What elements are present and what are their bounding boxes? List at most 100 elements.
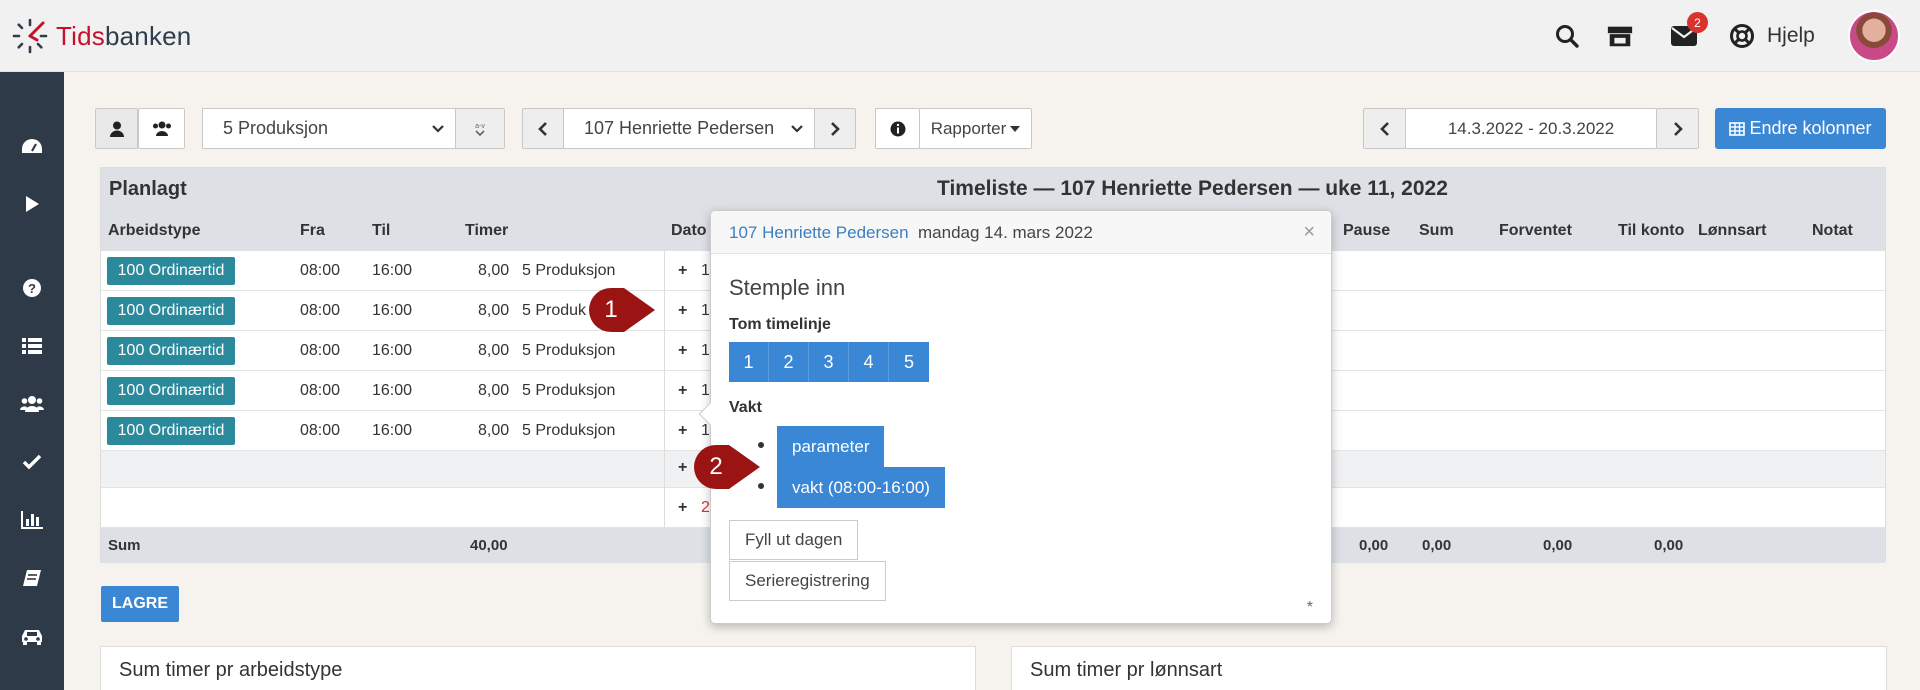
work-type-tag[interactable]: 100 Ordinærtid: [107, 297, 235, 325]
work-type-tag[interactable]: 100 Ordinærtid: [107, 337, 235, 365]
table-icon: [1729, 121, 1746, 136]
logo-text-suffix: banken: [104, 20, 192, 51]
add-icon[interactable]: +: [678, 342, 687, 360]
save-button[interactable]: LAGRE: [101, 586, 179, 622]
row-from: 08:00: [300, 342, 341, 359]
previous-week-button[interactable]: [1363, 108, 1406, 149]
previous-employee-button[interactable]: [522, 108, 564, 149]
callout-number: 2: [709, 453, 723, 480]
sort-az-icon: a-v: [475, 123, 485, 136]
employee-select[interactable]: 107 Henriette Pedersen: [563, 108, 815, 149]
work-type-tag[interactable]: 100 Ordinærtid: [107, 417, 235, 445]
col-lonnsart: Lønnsart: [1698, 222, 1767, 239]
col-arbeidstype: Arbeidstype: [108, 222, 201, 239]
work-type-tag[interactable]: 100 Ordinærtid: [107, 257, 235, 285]
chevron-down-icon: [432, 124, 444, 133]
info-button[interactable]: [875, 108, 920, 149]
group-view-button[interactable]: [138, 108, 185, 149]
empty-line-button-3[interactable]: 3: [809, 342, 849, 382]
callout-number: 1: [604, 296, 618, 323]
messages-badge: 2: [1687, 12, 1708, 33]
col-notat: Notat: [1812, 222, 1853, 239]
caret-down-icon: [1010, 125, 1021, 132]
row-from: 08:00: [300, 382, 341, 399]
messages-icon[interactable]: 2: [1670, 12, 1708, 50]
employee-select-value: 107 Henriette Pedersen: [584, 118, 775, 138]
row-department: 5 Produksjon: [522, 382, 616, 399]
chevron-right-icon: [831, 121, 840, 136]
col-timer: Timer: [465, 222, 509, 239]
row-department: 5 Produk: [522, 302, 587, 319]
sum-til-konto: 0,00: [1654, 537, 1684, 554]
row-hours: 8,00: [478, 262, 510, 279]
row-to: 16:00: [372, 382, 413, 399]
popover-employee-link[interactable]: 107 Henriette Pedersen: [729, 223, 909, 243]
sum-sum: 0,00: [1422, 537, 1452, 554]
series-registration-button[interactable]: Serieregistrering: [729, 561, 886, 601]
shift-label: Vakt: [729, 399, 762, 416]
clock-in-popover: 107 Henriette Pedersen mandag 14. mars 2…: [698, 210, 1332, 624]
shift-parameter-button[interactable]: parameter: [777, 426, 885, 467]
single-user-view-button[interactable]: [95, 108, 138, 149]
row-from: 08:00: [300, 422, 341, 439]
next-week-button[interactable]: [1656, 108, 1699, 149]
col-til: Til: [372, 222, 391, 239]
shift-vakt-button[interactable]: vakt (08:00-16:00): [777, 467, 945, 508]
sum-per-worktype-card: Sum timer pr arbeidstype: [100, 646, 976, 690]
change-columns-label: Endre kolonner: [1749, 118, 1872, 138]
help-link[interactable]: Hjelp: [1767, 24, 1815, 48]
row-date: 1: [701, 342, 710, 359]
play-icon[interactable]: [16, 188, 48, 220]
row-hours: 8,00: [478, 382, 510, 399]
logo-text-prefix: Tids: [56, 20, 105, 51]
card-title: Sum timer pr lønnsart: [1030, 659, 1223, 681]
department-select-value: 5 Produksjon: [223, 118, 329, 138]
book-icon[interactable]: [16, 562, 48, 594]
col-forventet: Forventet: [1499, 222, 1572, 239]
col-til-konto: Til konto: [1618, 222, 1685, 239]
row-to: 16:00: [372, 302, 413, 319]
store-icon[interactable]: [1606, 22, 1634, 50]
chevron-down-icon: [791, 124, 803, 133]
lifebuoy-icon[interactable]: [1728, 22, 1756, 50]
bar-chart-icon[interactable]: [16, 504, 48, 536]
add-icon[interactable]: +: [678, 382, 687, 400]
svg-text:?: ?: [28, 281, 36, 296]
date-range-field[interactable]: 14.3.2022 - 20.3.2022: [1405, 108, 1657, 149]
row-from: 08:00: [300, 262, 341, 279]
empty-line-button-4[interactable]: 4: [849, 342, 889, 382]
chevron-right-icon: [1673, 121, 1683, 136]
logo[interactable]: Tidsbanken: [10, 16, 191, 56]
department-select[interactable]: 5 Produksjon: [202, 108, 456, 149]
sum-timer: 40,00: [470, 537, 508, 554]
timesheet-title: Timeliste — 107 Henriette Pedersen — uke…: [937, 177, 1448, 200]
reports-dropdown-button[interactable]: Rapporter: [919, 108, 1032, 149]
row-date: 1: [701, 302, 710, 319]
close-icon[interactable]: ×: [1303, 221, 1315, 244]
empty-line-button-1[interactable]: 1: [729, 342, 769, 382]
check-icon[interactable]: [16, 446, 48, 478]
user-avatar[interactable]: [1848, 10, 1900, 62]
search-icon[interactable]: [1553, 22, 1581, 50]
help-circle-icon[interactable]: ?: [16, 272, 48, 304]
row-hours: 8,00: [478, 342, 510, 359]
sum-per-wagetype-card: Sum timer pr lønnsart: [1011, 646, 1887, 690]
empty-line-button-5[interactable]: 5: [889, 342, 929, 382]
change-columns-button[interactable]: Endre kolonner: [1715, 108, 1886, 149]
users-icon[interactable]: [16, 388, 48, 420]
next-employee-button[interactable]: [814, 108, 856, 149]
dashboard-icon[interactable]: [16, 130, 48, 162]
fill-day-button[interactable]: Fyll ut dagen: [729, 520, 859, 560]
add-icon[interactable]: +: [678, 302, 687, 320]
add-icon[interactable]: +: [678, 422, 687, 440]
sum-forventet: 0,00: [1543, 537, 1573, 554]
add-icon[interactable]: +: [678, 459, 687, 477]
empty-line-button-2[interactable]: 2: [769, 342, 809, 382]
list-icon[interactable]: [16, 330, 48, 362]
work-type-tag[interactable]: 100 Ordinærtid: [107, 377, 235, 405]
sort-button[interactable]: a-v: [455, 108, 505, 149]
add-icon[interactable]: +: [678, 499, 687, 517]
svg-text:a-v: a-v: [475, 123, 485, 130]
add-icon[interactable]: +: [678, 262, 687, 280]
car-icon[interactable]: [16, 620, 48, 652]
